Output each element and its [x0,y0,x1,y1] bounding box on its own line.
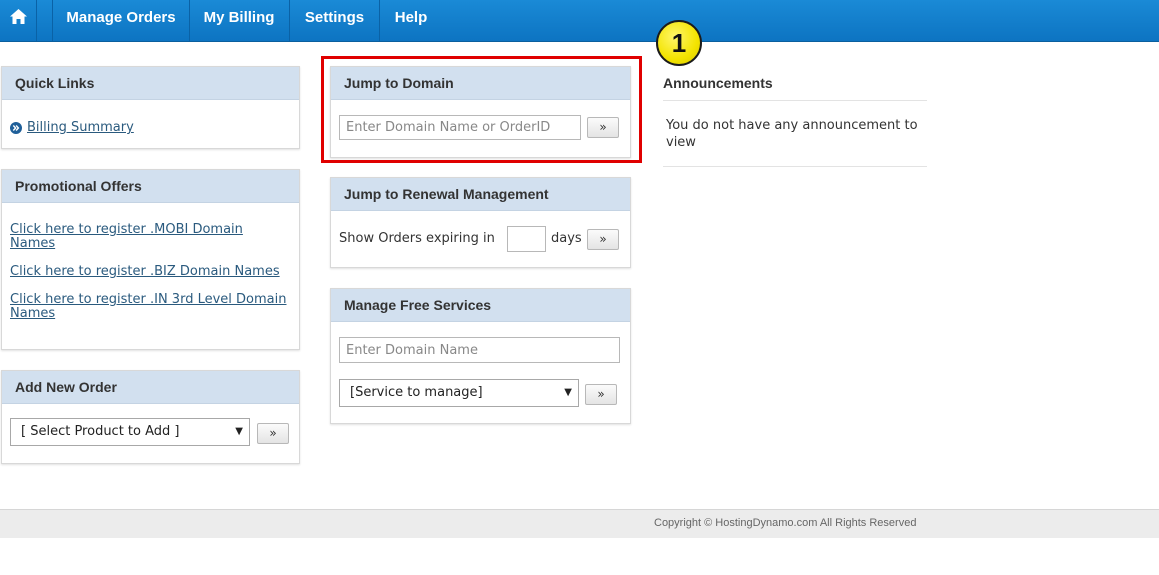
footer: Copyright © HostingDynamo.com All Rights… [0,509,1159,538]
expiring-days-input[interactable] [507,226,546,252]
top-nav: Manage Orders My Billing Settings Help [0,0,1159,42]
free-services-go-button[interactable]: » [585,384,617,405]
announcements-divider-bottom [663,166,927,167]
add-new-order-title: Add New Order [2,371,299,404]
renewal-days-label: days [551,231,582,246]
service-select-value: [Service to manage] [350,385,483,400]
announcements-divider [663,100,927,101]
billing-summary-link[interactable]: Billing Summary [27,120,134,135]
quick-links-panel: Quick Links Billing Summary [1,66,300,149]
announcements-text: You do not have any announcement to view [666,118,918,150]
renewal-title: Jump to Renewal Management [331,178,630,211]
quick-links-title: Quick Links [2,67,299,100]
nav-settings[interactable]: Settings [290,0,380,41]
renewal-prefix-label: Show Orders expiring in [339,231,495,246]
free-services-panel: Manage Free Services [Service to manage]… [330,288,631,424]
copyright-text: Copyright © HostingDynamo.com All Rights… [654,517,917,529]
dropdown-arrow-icon: ▼ [235,426,243,437]
step-badge: 1 [656,20,702,66]
promotional-offers-title: Promotional Offers [2,170,299,203]
nav-my-billing[interactable]: My Billing [189,0,290,41]
service-select[interactable]: [Service to manage] ▼ [339,379,579,407]
nav-manage-orders[interactable]: Manage Orders [52,0,190,41]
renewal-panel: Jump to Renewal Management Show Orders e… [330,177,631,268]
renewal-go-button[interactable]: » [587,229,619,250]
promo-link-biz[interactable]: Click here to register .BIZ Domain Names [10,265,300,279]
home-icon [10,9,27,24]
highlight-box [321,56,642,163]
promo-link-mobi[interactable]: Click here to register .MOBI Domain Name… [10,223,270,251]
home-button[interactable] [0,0,37,41]
add-order-go-button[interactable]: » [257,423,289,444]
promotional-offers-panel: Promotional Offers Click here to registe… [1,169,300,350]
dropdown-arrow-icon: ▼ [564,387,572,398]
promo-link-in[interactable]: Click here to register .IN 3rd Level Dom… [10,293,300,321]
nav-help[interactable]: Help [380,0,442,41]
announcements-title: Announcements [663,75,773,91]
arrow-circle-icon [10,122,22,134]
product-select[interactable]: [ Select Product to Add ] ▼ [10,418,250,446]
free-services-title: Manage Free Services [331,289,630,322]
free-services-domain-input[interactable] [339,337,620,363]
add-new-order-panel: Add New Order [ Select Product to Add ] … [1,370,300,464]
product-select-value: [ Select Product to Add ] [21,424,180,439]
